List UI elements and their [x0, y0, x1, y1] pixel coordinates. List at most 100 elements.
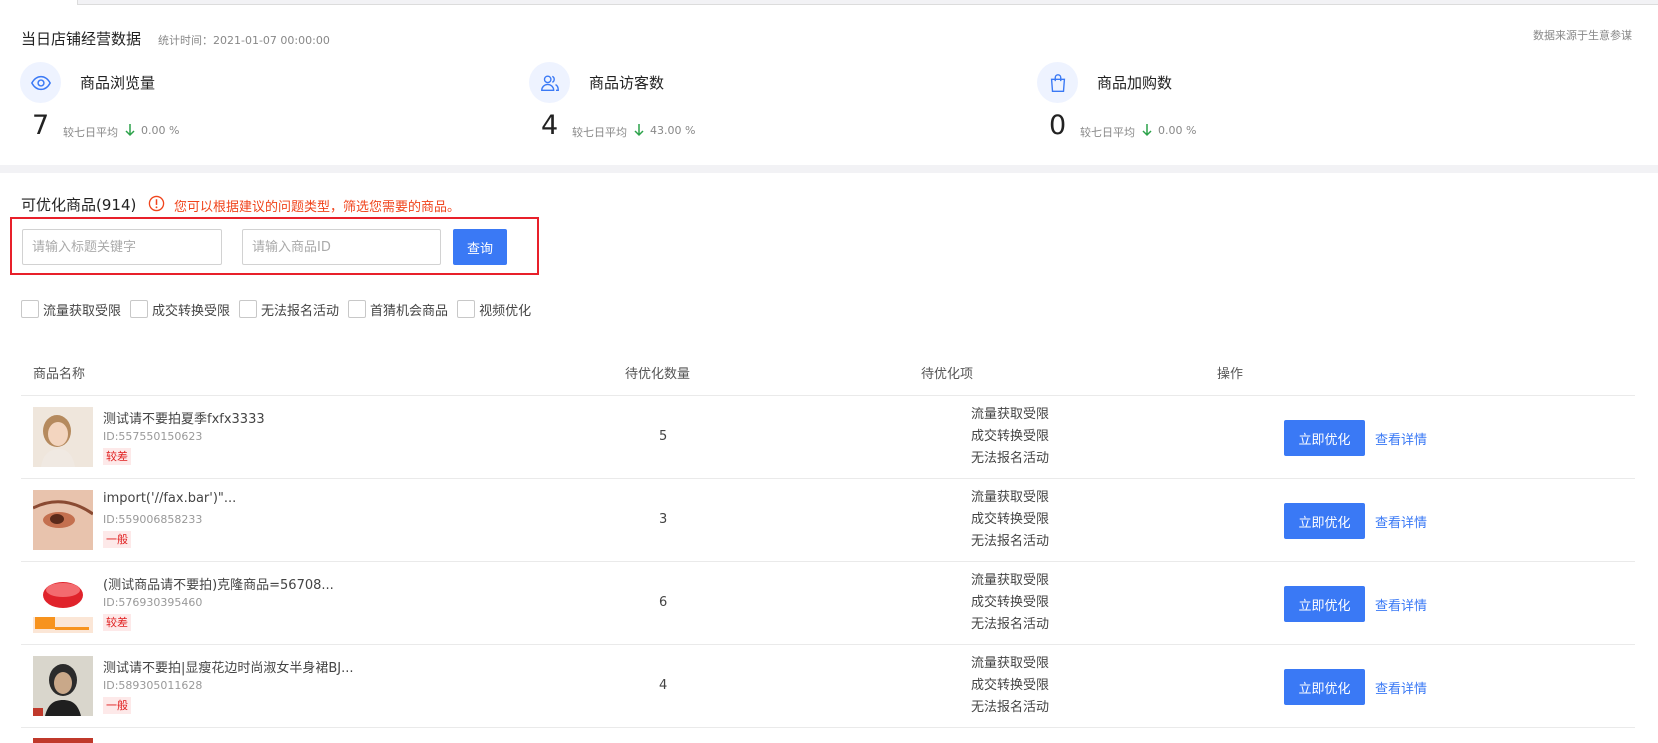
goods-thumbnail[interactable] — [33, 573, 93, 633]
stats-source: 数据来源于生意参谋 — [1533, 29, 1632, 42]
metric-percent: 0.00 % — [1158, 124, 1197, 137]
goods-thumbnail[interactable] — [33, 490, 93, 550]
goods-thumbnail[interactable] — [33, 407, 93, 467]
metric-label: 商品加购数 — [1097, 74, 1173, 92]
optimize-count: 3 — [659, 512, 668, 527]
table-row: 测试请不要拍|显瘦花边时尚淑女半身裙BJ... ID:589305011628 … — [21, 645, 1635, 728]
column-header: 待优化数量 — [625, 367, 691, 382]
grade-badge: 一般 — [103, 697, 131, 714]
goods-id: ID:589305011628 — [103, 679, 203, 692]
metric-percent: 0.00 % — [141, 124, 180, 137]
optimize-items: 流量获取受限 成交转换受限 无法报名活动 — [971, 487, 1049, 553]
filter-video-optimize[interactable]: 视频优化 — [457, 300, 531, 319]
arrow-down-icon — [634, 124, 644, 137]
grade-badge: 较差 — [103, 614, 131, 631]
metric-percent: 43.00 % — [650, 124, 696, 137]
optimize-now-button[interactable]: 立即优化 — [1284, 586, 1365, 622]
optimize-count: 6 — [659, 595, 668, 610]
optimize-now-button[interactable]: 立即优化 — [1284, 669, 1365, 705]
table-row: (测试商品请不要拍)克隆商品=56708... ID:576930395460 … — [21, 562, 1635, 645]
optimize-item: 流量获取受限 — [971, 407, 1050, 422]
eye-icon — [20, 62, 61, 103]
arrow-down-icon — [1142, 124, 1152, 137]
goods-name[interactable]: 测试请不要拍夏季fxfx3333 — [103, 408, 265, 427]
optimize-item: 流量获取受限 — [971, 573, 1050, 588]
query-button[interactable]: 查询 — [453, 229, 507, 265]
filter-label: 流量获取受限 — [43, 303, 122, 319]
goods-id-input[interactable] — [242, 229, 441, 265]
optimize-count: 5 — [659, 429, 668, 444]
goods-name[interactable]: import('//fax.bar')"... — [103, 491, 236, 506]
visitors-icon — [529, 62, 570, 103]
shopping-bag-icon — [1037, 62, 1078, 103]
column-header: 操作 — [1217, 367, 1244, 382]
optimize-now-button[interactable]: 立即优化 — [1284, 420, 1365, 456]
optimize-item: 无法报名活动 — [971, 617, 1050, 632]
filter-no-activity[interactable]: 无法报名活动 — [239, 300, 339, 319]
filter-label: 首猜机会商品 — [370, 303, 449, 319]
goods-table: 商品名称 待优化数量 待优化项 操作 测试请不要拍夏季fxfx3333 ID:5… — [21, 350, 1635, 743]
filter-label: 视频优化 — [479, 303, 532, 319]
optimize-item: 成交转换受限 — [971, 512, 1050, 527]
filter-first-guess[interactable]: 首猜机会商品 — [348, 300, 448, 319]
checkbox[interactable] — [457, 300, 476, 318]
optimize-items: 流量获取受限 成交转换受限 无法报名活动 — [971, 570, 1049, 636]
grade-badge: 一般 — [103, 531, 131, 548]
stats-title: 当日店铺经营数据 — [21, 30, 142, 48]
arrow-down-icon — [125, 124, 135, 137]
table-row: 测试请不要拍夏季fxfx3333 ID:557550150623 较差 5 流量… — [21, 396, 1635, 479]
optimize-now-button[interactable]: 立即优化 — [1284, 503, 1365, 539]
optimize-count: 4 — [659, 678, 668, 693]
optimize-item: 流量获取受限 — [971, 490, 1050, 505]
metric-visitors: 商品访客数 4 较七日平均 43.00 % — [529, 62, 949, 152]
filter-conversion-limited[interactable]: 成交转换受限 — [130, 300, 230, 319]
optimize-item: 无法报名活动 — [971, 451, 1050, 466]
metric-label: 商品浏览量 — [80, 74, 156, 92]
metric-value: 0 — [1049, 110, 1067, 141]
goods-id: ID:576930395460 — [103, 596, 203, 609]
optimize-item: 无法报名活动 — [971, 700, 1050, 715]
optimize-item: 无法报名活动 — [971, 534, 1050, 549]
tip-text: 您可以根据建议的问题类型，筛选您需要的商品。 — [174, 200, 461, 215]
optimize-item: 成交转换受限 — [971, 678, 1050, 693]
filter-label: 成交转换受限 — [152, 303, 231, 319]
goods-id: ID:557550150623 — [103, 430, 203, 443]
table-header: 商品名称 待优化数量 待优化项 操作 — [21, 350, 1635, 396]
metric-add-to-cart: 商品加购数 0 较七日平均 0.00 % — [1037, 62, 1457, 152]
goods-thumbnail[interactable] — [33, 656, 93, 716]
metric-value: 7 — [32, 110, 50, 141]
goods-name[interactable]: (测试商品请不要拍)克隆商品=56708... — [103, 574, 334, 593]
stats-time: 统计时间：2021-01-07 00:00:00 — [158, 34, 330, 47]
metric-compare-label: 较七日平均 — [1080, 126, 1135, 139]
store-stats-card: 当日店铺经营数据 统计时间：2021-01-07 00:00:00 数据来源于生… — [0, 5, 1658, 165]
view-detail-link[interactable]: 查看详情 — [1375, 512, 1427, 531]
optimizable-goods-card: 可优化商品(914) 您可以根据建议的问题类型，筛选您需要的商品。 查询 流量获… — [0, 173, 1658, 743]
checkbox[interactable] — [348, 300, 367, 318]
metric-label: 商品访客数 — [589, 74, 665, 92]
view-detail-link[interactable]: 查看详情 — [1375, 429, 1427, 448]
view-detail-link[interactable]: 查看详情 — [1375, 678, 1427, 697]
goods-id: ID:559006858233 — [103, 513, 203, 526]
optimize-items: 流量获取受限 成交转换受限 无法报名活动 — [971, 404, 1049, 470]
table-row-partial — [21, 728, 1635, 743]
view-detail-link[interactable]: 查看详情 — [1375, 595, 1427, 614]
metric-value: 4 — [541, 110, 559, 141]
checkbox[interactable] — [130, 300, 149, 318]
optimize-item: 成交转换受限 — [971, 595, 1050, 610]
title-keyword-input[interactable] — [22, 229, 222, 265]
checkbox[interactable] — [239, 300, 258, 318]
warning-icon — [148, 195, 165, 212]
optimize-item: 流量获取受限 — [971, 656, 1050, 671]
checkbox[interactable] — [21, 300, 39, 318]
metric-compare-label: 较七日平均 — [63, 126, 118, 139]
filter-group: 流量获取受限 成交转换受限 无法报名活动 首猜机会商品 视频优化 — [21, 299, 540, 319]
column-header: 待优化项 — [921, 367, 974, 382]
grade-badge: 较差 — [103, 448, 131, 465]
column-header: 商品名称 — [33, 367, 86, 382]
search-area: 查询 — [10, 217, 539, 275]
filter-label: 无法报名活动 — [261, 303, 340, 319]
goods-name[interactable]: 测试请不要拍|显瘦花边时尚淑女半身裙BJ... — [103, 657, 354, 676]
optimize-items: 流量获取受限 成交转换受限 无法报名活动 — [971, 653, 1049, 719]
metric-compare-label: 较七日平均 — [572, 126, 627, 139]
filter-traffic-limited[interactable]: 流量获取受限 — [21, 300, 121, 319]
